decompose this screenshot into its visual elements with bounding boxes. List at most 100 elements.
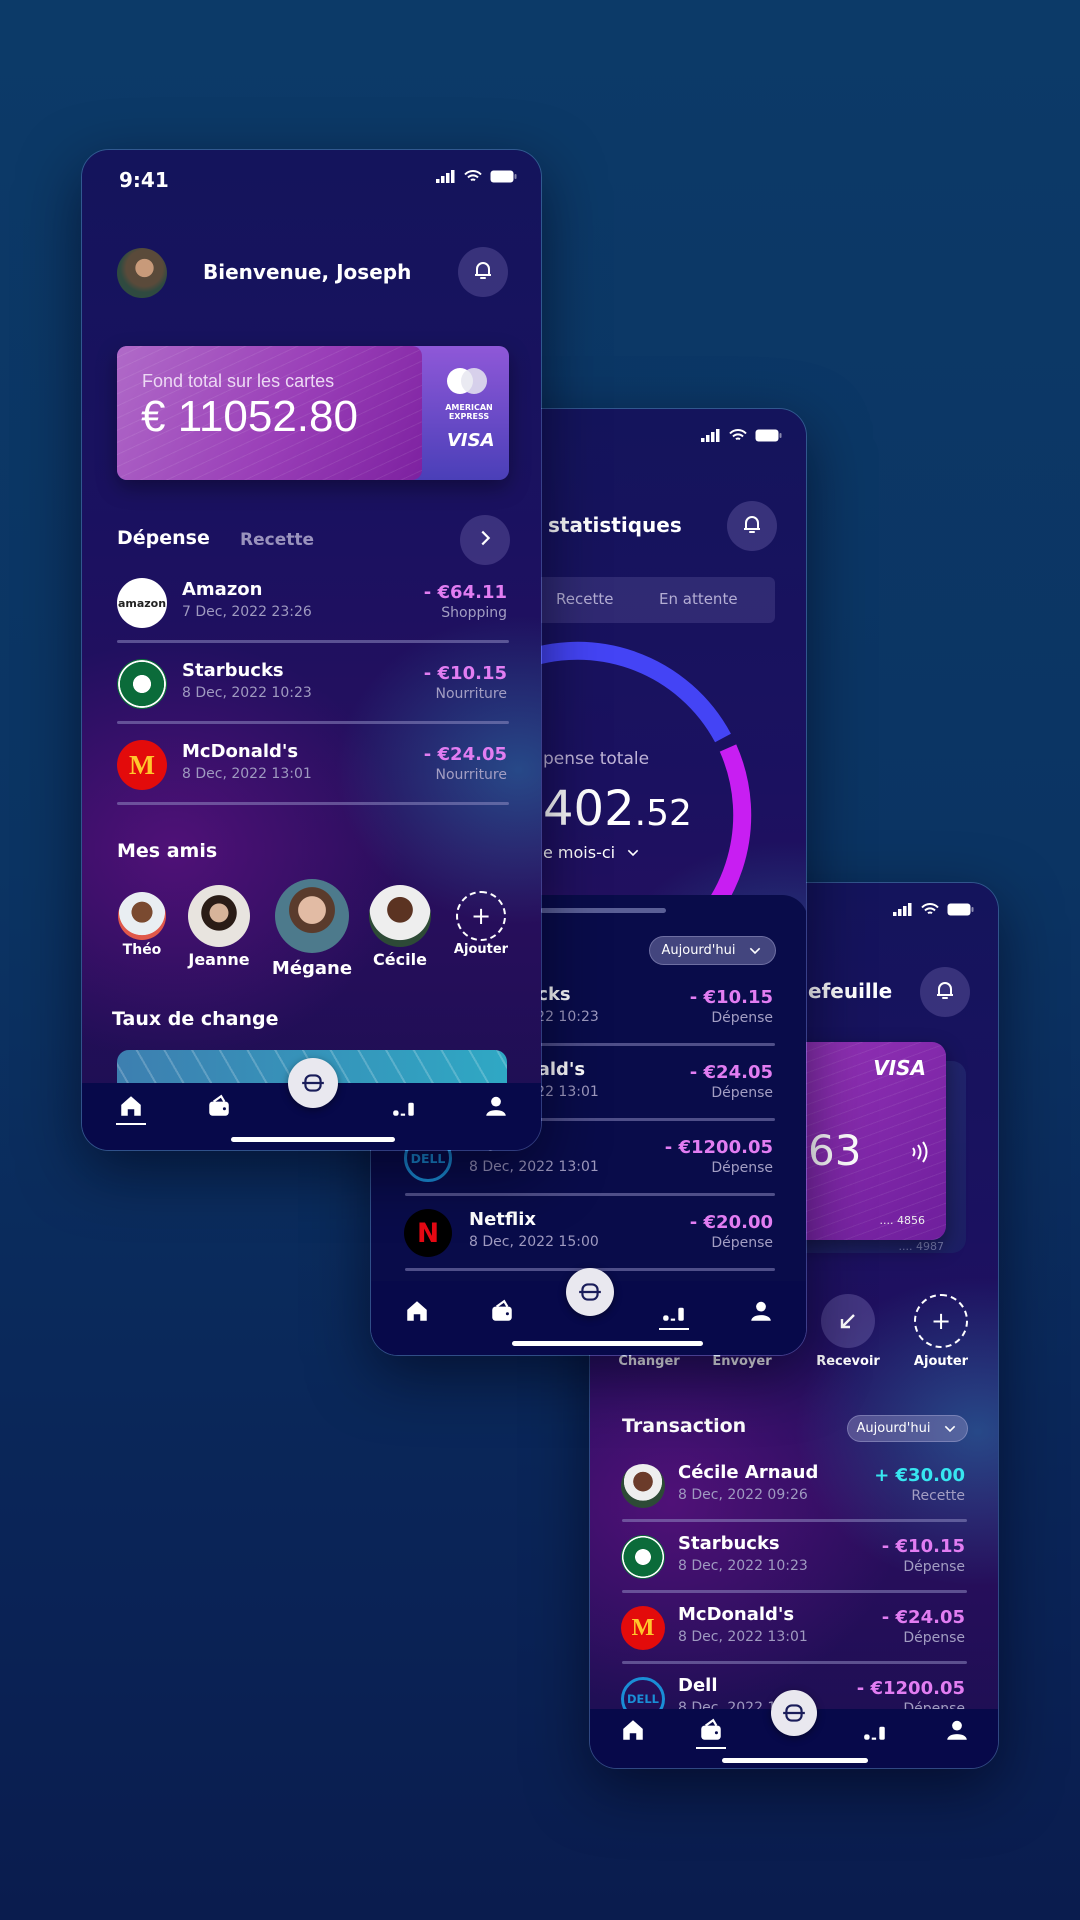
friend-name: Cécile: [373, 950, 427, 969]
transaction-category: Dépense: [903, 1630, 965, 1646]
card-balance: 63: [808, 1126, 862, 1175]
wallet-icon: [492, 1299, 512, 1321]
bell-icon: [471, 258, 495, 286]
nav-statistics-button[interactable]: [862, 1717, 888, 1743]
home-screen: 9:41 Bienvenue, Joseph Fond total sur le…: [81, 149, 542, 1151]
friend-avatar: [118, 892, 166, 940]
starbucks-logo: [621, 1535, 665, 1579]
friend-avatar: [188, 885, 250, 947]
scan-button[interactable]: [288, 1058, 338, 1108]
add-icon: +: [914, 1294, 968, 1348]
mastercard-logo: [447, 368, 491, 394]
home-indicator: [231, 1137, 395, 1142]
mcdonalds-logo: M: [621, 1606, 665, 1650]
bell-icon: [933, 978, 957, 1006]
transaction-date: 8 Dec, 2022 13:01: [182, 766, 312, 782]
transaction-category: Shopping: [441, 605, 507, 621]
profile-icon: [751, 1301, 771, 1321]
action-label: Ajouter: [913, 1354, 969, 1369]
wallet-icon: [209, 1094, 229, 1116]
avatar-cecile-logo: [621, 1464, 665, 1508]
friend-item[interactable]: Jeanne: [174, 885, 264, 969]
transaction-category: Dépense: [711, 1160, 773, 1176]
transaction-name: Amazon: [182, 579, 263, 600]
transaction-amount: - €10.15: [423, 663, 507, 684]
card-amount: € 11052.80: [141, 392, 358, 441]
transaction-category: Dépense: [711, 1010, 773, 1026]
nav-wallet-button[interactable]: [489, 1298, 515, 1324]
transaction-category: Dépense: [711, 1235, 773, 1251]
donut-label: pense totale: [543, 749, 650, 769]
nav-profile-button[interactable]: [944, 1717, 970, 1743]
tab-expense[interactable]: Dépense: [117, 527, 210, 549]
transaction-name: Dell: [678, 1675, 718, 1696]
nav-statistics-button[interactable]: [659, 1298, 689, 1330]
nav-wallet-button[interactable]: [206, 1093, 232, 1119]
period-dropdown[interactable]: e mois-ci: [543, 843, 641, 862]
sheet-drag-handle[interactable]: [540, 908, 666, 913]
profile-icon: [486, 1096, 506, 1116]
transaction-amount: - €20.00: [689, 1212, 773, 1233]
transaction-amount: - €24.05: [423, 744, 507, 765]
date-filter-dropdown[interactable]: Aujourd'hui: [649, 936, 776, 965]
row-divider: [117, 802, 509, 805]
nav-home-button[interactable]: [116, 1093, 146, 1125]
card-number: .... 4856: [879, 1214, 925, 1227]
transaction-amount: - €1200.05: [664, 1137, 773, 1158]
transaction-name: Starbucks: [678, 1533, 780, 1554]
netflix-logo: N: [404, 1209, 452, 1257]
active-indicator: [116, 1123, 146, 1125]
signal-icon: [436, 170, 455, 183]
nav-home-button[interactable]: [404, 1298, 430, 1324]
nav-home-button[interactable]: [620, 1717, 646, 1743]
chevron-down-icon: [625, 845, 641, 861]
scan-button[interactable]: [771, 1690, 817, 1736]
nav-profile-button[interactable]: [483, 1093, 509, 1119]
transaction-category: Nourriture: [435, 686, 508, 702]
wallet-icon: [701, 1718, 721, 1740]
notification-button[interactable]: [920, 967, 970, 1017]
date-filter-dropdown[interactable]: Aujourd'hui: [847, 1415, 968, 1442]
friends-title: Mes amis: [117, 840, 218, 862]
nav-wallet-button[interactable]: [696, 1717, 726, 1749]
friend-name: Jeanne: [188, 950, 250, 969]
mcdonalds-logo: M: [117, 740, 167, 790]
transaction-amount: - €10.15: [881, 1536, 965, 1557]
row-divider: [622, 1661, 967, 1664]
transaction-name: Starbucks: [182, 660, 284, 681]
transaction-name: Netflix: [469, 1209, 536, 1230]
battery-icon: [947, 903, 974, 916]
friend-item[interactable]: Cécile: [355, 885, 445, 969]
stats-icon: [663, 1307, 684, 1321]
transaction-amount: + €30.00: [874, 1465, 965, 1486]
status-icons: [436, 170, 517, 183]
row-divider: [117, 721, 509, 724]
active-indicator: [696, 1747, 726, 1749]
row-divider: [405, 1193, 775, 1196]
see-all-button[interactable]: [460, 515, 510, 565]
stats-icon: [393, 1102, 414, 1116]
transaction-category: Nourriture: [435, 767, 508, 783]
home-indicator: [512, 1341, 703, 1346]
battery-icon: [490, 170, 517, 183]
tab-income[interactable]: Recette: [240, 530, 314, 550]
nav-profile-button[interactable]: [748, 1298, 774, 1324]
transaction-amount: - €24.05: [881, 1607, 965, 1628]
scan-icon: [783, 1704, 805, 1722]
add-friend-button[interactable]: + Ajouter: [436, 891, 526, 957]
transaction-date: 8 Dec, 2022 10:23: [678, 1558, 808, 1574]
transaction-name: McDonald's: [678, 1604, 795, 1625]
receive-action-button[interactable]: Recevoir: [808, 1294, 888, 1369]
transaction-date: 8 Dec, 2022 13:01: [678, 1629, 808, 1645]
scan-button[interactable]: [566, 1268, 614, 1316]
total-funds-card[interactable]: Fond total sur les cartes € 11052.80 AME…: [117, 346, 509, 480]
transaction-amount: - €64.11: [423, 582, 507, 603]
transaction-date: 7 Dec, 2022 23:26: [182, 604, 312, 620]
add-action-button[interactable]: + Ajouter: [901, 1294, 981, 1369]
profile-icon: [947, 1720, 967, 1740]
notification-button[interactable]: [458, 247, 508, 297]
starbucks-logo: [117, 659, 167, 709]
user-avatar[interactable]: [117, 248, 167, 298]
nav-statistics-button[interactable]: [391, 1093, 417, 1119]
friend-item[interactable]: Mégane: [267, 879, 357, 979]
